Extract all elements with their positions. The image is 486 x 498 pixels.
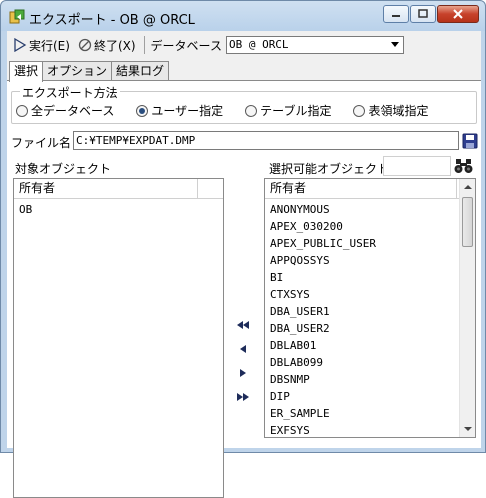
- find-button[interactable]: [453, 157, 475, 175]
- scroll-down-icon: [464, 427, 472, 431]
- file-name-label: ファイル名: [11, 136, 72, 150]
- move-all-left-button[interactable]: [232, 313, 254, 337]
- binoculars-icon: [454, 159, 473, 173]
- radio-user[interactable]: ユーザー指定: [136, 102, 223, 119]
- available-objects-label: 選択可能オブジェクト: [269, 162, 390, 176]
- file-name-input[interactable]: C:¥TEMP¥EXPDAT.DMP: [73, 131, 459, 150]
- radio-tablespace[interactable]: 表領域指定: [353, 102, 428, 119]
- title-bar[interactable]: エクスポート - OB @ ORCL: [1, 1, 485, 31]
- toolbar: 実行(E) 終了(X) データベース OB @ ORCL: [7, 31, 481, 59]
- target-objects-list[interactable]: 所有者 OB: [13, 178, 224, 498]
- list-header: 所有者: [14, 179, 223, 199]
- tab-strip: 選択 オプション 結果ログ: [9, 61, 170, 82]
- play-icon: [14, 38, 27, 52]
- list-item[interactable]: ANONYMOUS: [265, 201, 475, 218]
- tab-select[interactable]: 選択: [9, 61, 44, 82]
- save-button[interactable]: [461, 131, 479, 150]
- export-method-options: 全データベース ユーザー指定 テーブル指定 表領域指定: [16, 102, 450, 119]
- scroll-thumb[interactable]: [462, 197, 473, 247]
- available-objects-list[interactable]: 所有者 ANONYMOUS APEX_030200 APEX_PUBLIC_US…: [264, 178, 476, 438]
- move-buttons: [232, 313, 254, 409]
- list-item[interactable]: APEX_030200: [265, 218, 475, 235]
- client-area: 実行(E) 終了(X) データベース OB @ ORCL 選択 オプション 結果…: [7, 31, 481, 498]
- minimize-icon: [392, 15, 400, 17]
- list-item[interactable]: DBLAB01: [265, 337, 475, 354]
- double-left-arrow-icon: [237, 321, 249, 329]
- database-label: データベース: [150, 38, 222, 53]
- available-search-input[interactable]: [383, 156, 451, 176]
- list-item[interactable]: CTXSYS: [265, 286, 475, 303]
- close-icon: [453, 9, 463, 19]
- list-item[interactable]: DBA_USER2: [265, 320, 475, 337]
- tab-result-log[interactable]: 結果ログ: [111, 61, 170, 81]
- radio-circle: [245, 104, 258, 117]
- toolbar-separator: [143, 36, 145, 54]
- maximize-button[interactable]: [410, 5, 436, 23]
- radio-label: ユーザー指定: [151, 104, 224, 118]
- run-label: 実行(E): [29, 38, 70, 53]
- list-item[interactable]: EXFSYS: [265, 422, 475, 439]
- tab-options[interactable]: オプション: [42, 61, 113, 81]
- export-method-title: エクスポート方法: [20, 84, 120, 101]
- exit-label: 終了(X): [93, 38, 136, 53]
- radio-circle: [353, 104, 366, 117]
- minimize-button[interactable]: [383, 5, 409, 23]
- export-method-group: エクスポート方法 全データベース ユーザー指定 テーブル指定 表領域指定: [11, 84, 477, 124]
- list-item[interactable]: DIP: [265, 388, 475, 405]
- list-item[interactable]: BI: [265, 269, 475, 286]
- radio-label: テーブル指定: [260, 104, 332, 118]
- database-value: OB @ ORCL: [228, 38, 289, 51]
- list-item[interactable]: DBA_USER1: [265, 303, 475, 320]
- maximize-icon: [418, 9, 428, 18]
- list-item[interactable]: APPQOSSYS: [265, 252, 475, 269]
- window-title: エクスポート - OB @ ORCL: [29, 13, 195, 28]
- list-item[interactable]: APEX_PUBLIC_USER: [265, 235, 475, 252]
- scroll-up-icon: [463, 185, 472, 189]
- target-objects-label: 対象オブジェクト: [15, 162, 112, 176]
- radio-table[interactable]: テーブル指定: [245, 102, 331, 119]
- radio-circle: [16, 104, 28, 117]
- export-window: エクスポート - OB @ ORCL 実行(E) 終了(X) データベース OB…: [0, 0, 486, 498]
- app-icon: [9, 9, 25, 25]
- caption-buttons: [383, 5, 479, 25]
- scroll-down-button[interactable]: [460, 421, 476, 437]
- list-item[interactable]: OB: [14, 201, 223, 218]
- list-item[interactable]: ER_SAMPLE: [265, 405, 475, 422]
- list-item[interactable]: DBSNMP: [265, 371, 475, 388]
- column-header-owner[interactable]: 所有者: [265, 179, 457, 198]
- radio-label: 全データベース: [31, 104, 115, 118]
- select-tab-panel: エクスポート方法 全データベース ユーザー指定 テーブル指定 表領域指定 ファイ…: [7, 80, 481, 498]
- exit-button[interactable]: 終了(X): [76, 34, 138, 56]
- move-right-button[interactable]: [232, 361, 254, 385]
- floppy-icon: [462, 133, 478, 148]
- chevron-down-icon[interactable]: [390, 42, 399, 47]
- right-arrow-icon: [240, 369, 246, 377]
- list-item[interactable]: DBLAB099: [265, 354, 475, 371]
- radio-full-database[interactable]: 全データベース: [16, 102, 114, 119]
- radio-circle-selected: [136, 104, 149, 117]
- double-right-arrow-icon: [237, 393, 249, 401]
- radio-label: 表領域指定: [368, 104, 429, 118]
- available-rows: ANONYMOUS APEX_030200 APEX_PUBLIC_USER A…: [265, 199, 475, 439]
- column-header-owner[interactable]: 所有者: [14, 179, 198, 198]
- close-button[interactable]: [437, 5, 479, 23]
- scroll-up-button[interactable]: [460, 179, 475, 195]
- move-left-button[interactable]: [232, 337, 254, 361]
- left-arrow-icon: [240, 345, 246, 353]
- vertical-scrollbar[interactable]: [459, 179, 475, 437]
- move-all-right-button[interactable]: [232, 385, 254, 409]
- run-button[interactable]: 実行(E): [11, 34, 72, 56]
- list-header: 所有者: [265, 179, 475, 199]
- stop-icon: [78, 38, 92, 52]
- database-select[interactable]: OB @ ORCL: [225, 36, 404, 54]
